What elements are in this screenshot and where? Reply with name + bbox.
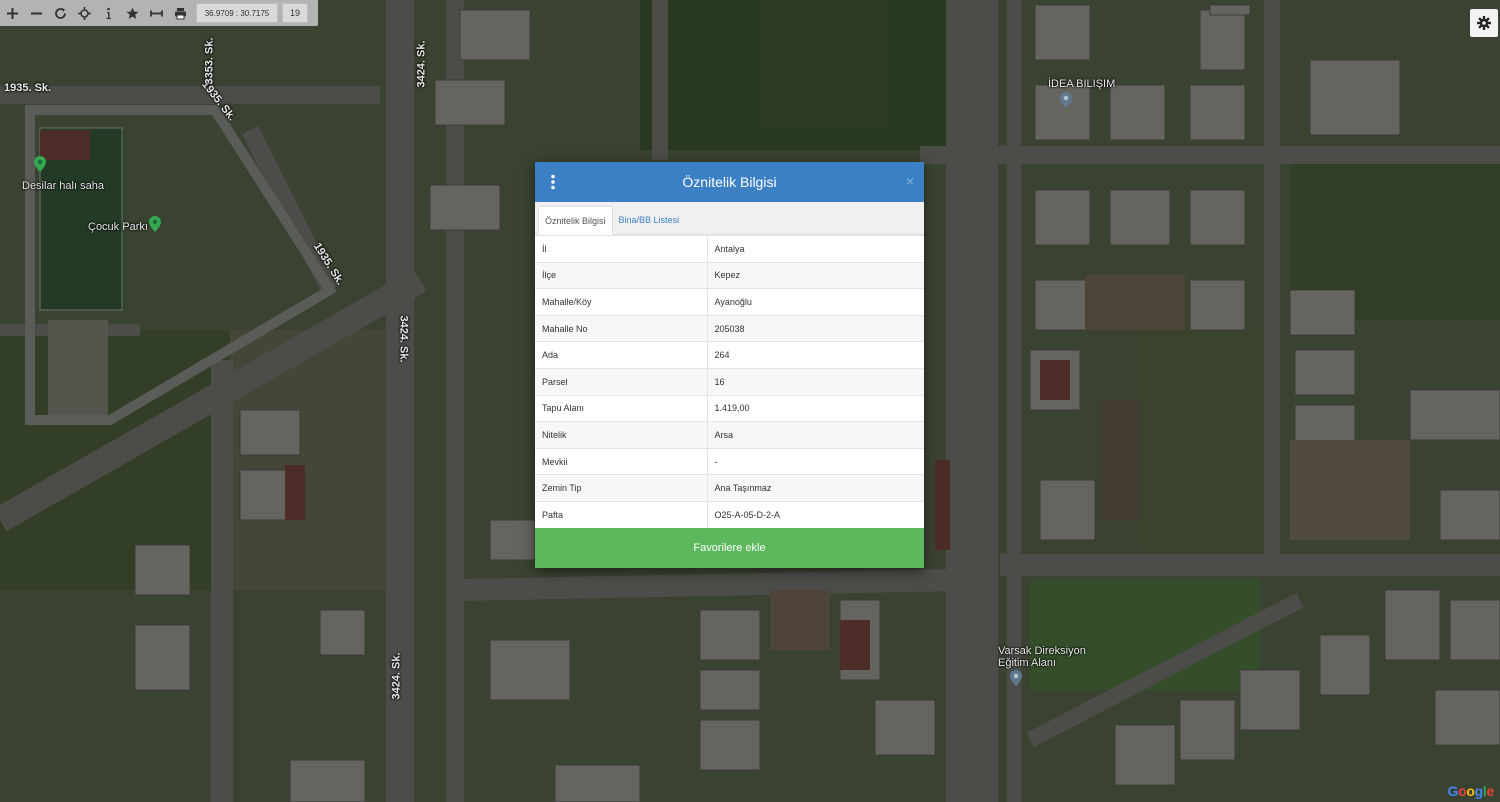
place-label-varsak[interactable]: Varsak Direksiyon Eğitim Alanı xyxy=(998,645,1086,669)
attribute-key: Ada xyxy=(535,341,708,369)
map-pin-icon[interactable] xyxy=(149,216,161,232)
plus-icon xyxy=(6,7,18,19)
close-button[interactable]: × xyxy=(906,173,914,189)
map-toolbar: 36.9709 : 30.7175 19 xyxy=(0,0,318,26)
attribute-value: Ayanoğlu xyxy=(707,288,924,316)
table-row: Mahalle No 205038 xyxy=(535,314,924,342)
map-pin-icon[interactable] xyxy=(34,156,46,172)
table-row: Mevkii - xyxy=(535,447,924,475)
table-row: Tapu Alanı 1.419,00 xyxy=(535,394,924,422)
place-label-desilar[interactable]: Desilar halı saha xyxy=(22,180,104,192)
attribute-value: Ana Taşınmaz xyxy=(707,474,924,502)
street-label-3353: 3353. Sk. xyxy=(203,37,216,85)
print-icon xyxy=(174,7,186,19)
table-row: Mahalle/Köy Ayanoğlu xyxy=(535,288,924,316)
minus-icon xyxy=(30,12,42,14)
info-button[interactable] xyxy=(96,0,120,26)
google-attribution: Google xyxy=(1447,783,1495,799)
attribute-key: Mahalle/Köy xyxy=(535,288,708,316)
refresh-button[interactable] xyxy=(48,0,72,26)
settings-button[interactable] xyxy=(1470,9,1498,37)
attribute-key: Parsel xyxy=(535,367,708,396)
table-row: Ada 264 xyxy=(535,341,924,369)
add-to-favorites-button[interactable]: Favorilere ekle xyxy=(535,528,924,568)
attribute-key: Pafta xyxy=(535,500,708,529)
refresh-icon xyxy=(54,7,66,19)
ruler-icon xyxy=(149,10,163,16)
table-row: Nitelik Arsa xyxy=(535,421,924,449)
attribute-key: İlçe xyxy=(535,261,708,289)
attribute-value: O25-A-05-D-2-A xyxy=(707,500,924,529)
info-icon xyxy=(106,7,111,19)
locate-button[interactable] xyxy=(72,0,96,26)
attribute-value: 16 xyxy=(707,367,924,396)
attribute-key: Mevkii xyxy=(535,447,708,475)
attribute-key: İl xyxy=(535,235,708,263)
zoom-out-button[interactable] xyxy=(24,0,48,26)
attribute-info-dialog: Öznitelik Bilgisi × Öznitelik Bilgisi Bi… xyxy=(535,162,924,568)
table-row: Zemin Tip Ana Taşınmaz xyxy=(535,474,924,502)
attribute-table: İl Antalya İlçe Kepez Mahalle/Köy Ayanoğlu Mah… xyxy=(535,235,924,529)
table-row: Parsel 16 xyxy=(535,367,924,396)
crosshair-icon xyxy=(77,6,91,20)
place-label-idea[interactable]: İDEA BILIŞIM xyxy=(1048,78,1115,90)
attribute-value: 205038 xyxy=(707,314,924,342)
street-label-3424: 3424. Sk. xyxy=(415,40,428,88)
dialog-header: Öznitelik Bilgisi × xyxy=(535,162,924,202)
favorites-button[interactable] xyxy=(120,0,144,26)
attribute-key: Tapu Alanı xyxy=(535,394,708,422)
tab-building-list[interactable]: Bina/BB Listesi xyxy=(613,205,686,234)
attribute-key: Mahalle No xyxy=(535,314,708,342)
zoom-in-button[interactable] xyxy=(0,0,24,26)
attribute-value: Arsa xyxy=(707,421,924,449)
attribute-key: Zemin Tip xyxy=(535,474,708,502)
attribute-value: Kepez xyxy=(707,261,924,289)
place-label-cocuk-parki[interactable]: Çocuk Parkı xyxy=(88,221,148,233)
tab-attribute-info[interactable]: Öznitelik Bilgisi xyxy=(538,206,613,235)
gear-icon xyxy=(1477,16,1491,30)
table-row: İl Antalya xyxy=(535,235,924,263)
print-button[interactable] xyxy=(168,0,192,26)
map-pin-icon[interactable] xyxy=(1010,670,1022,686)
map-pin-icon[interactable] xyxy=(1060,92,1072,108)
measure-button[interactable] xyxy=(144,0,168,26)
dialog-tabs: Öznitelik Bilgisi Bina/BB Listesi xyxy=(535,202,924,235)
street-label-3424-c: 3424. Sk. xyxy=(390,652,403,700)
street-label-1935: 1935. Sk. xyxy=(4,82,52,94)
table-row: Pafta O25-A-05-D-2-A xyxy=(535,500,924,529)
more-options-icon[interactable] xyxy=(548,174,558,190)
attribute-key: Nitelik xyxy=(535,421,708,449)
coordinates-display: 36.9709 : 30.7175 xyxy=(196,3,278,23)
attribute-value: - xyxy=(707,447,924,475)
street-label-3424-b: 3424. Sk. xyxy=(397,315,410,363)
attribute-value: 264 xyxy=(707,341,924,369)
table-row: İlçe Kepez xyxy=(535,261,924,289)
star-icon xyxy=(125,7,139,19)
attribute-value: 1.419,00 xyxy=(707,394,924,422)
dialog-title: Öznitelik Bilgisi xyxy=(682,174,777,190)
zoom-level-display: 19 xyxy=(282,3,308,23)
attribute-value: Antalya xyxy=(707,235,924,263)
